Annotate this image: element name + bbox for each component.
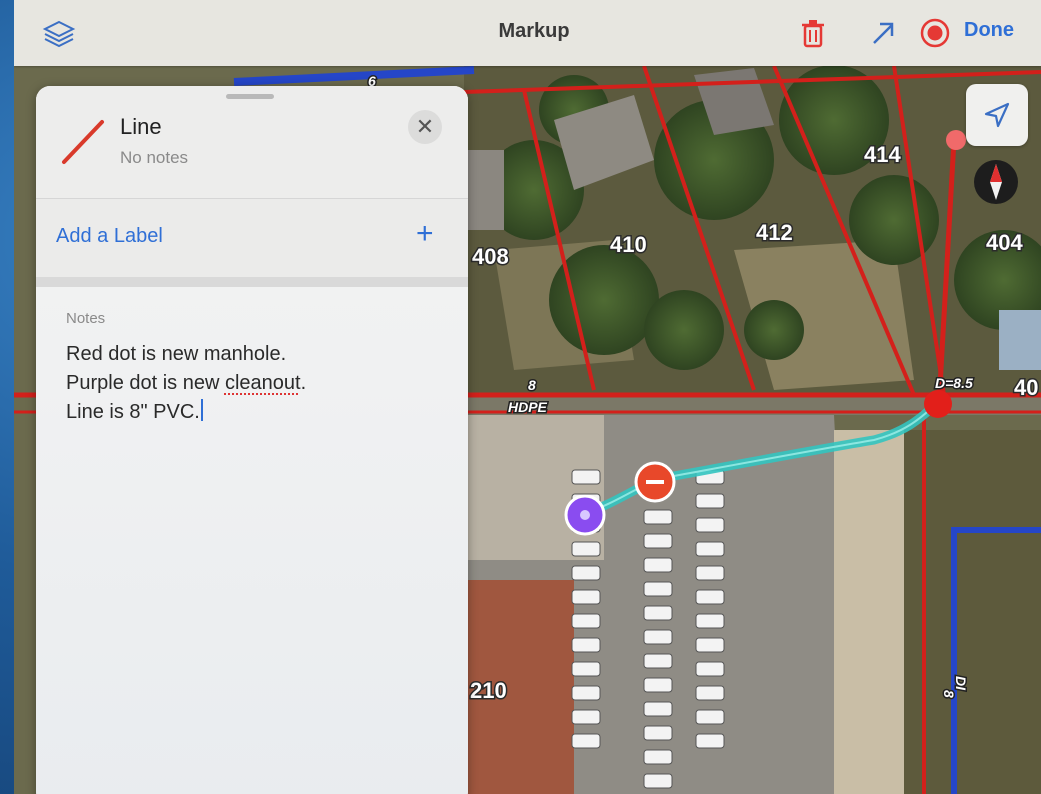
panel-header: Line No notes ✕ (36, 86, 468, 198)
notes-line-3-text: Line is 8" PVC. (66, 401, 200, 423)
layers-icon[interactable] (42, 16, 76, 50)
parked-car (695, 541, 725, 557)
parked-car (695, 565, 725, 581)
parked-car (571, 685, 601, 701)
panel-grabber[interactable] (226, 94, 274, 99)
parked-car (643, 629, 673, 645)
parked-car (643, 581, 673, 597)
parked-car (643, 533, 673, 549)
parked-car (571, 661, 601, 677)
pipe-size-label: 8 (528, 377, 536, 393)
parked-car (571, 613, 601, 629)
parked-car (695, 661, 725, 677)
depth-label: D=8.5 (935, 375, 973, 391)
text-cursor (200, 399, 203, 421)
parked-car (571, 709, 601, 725)
lot-label-40: 40 (1014, 375, 1038, 400)
parked-car (695, 733, 725, 749)
add-label-text: Add a Label (56, 225, 163, 247)
field-strip (834, 430, 904, 794)
notes-line-2-text: Purple dot is new (66, 372, 225, 394)
markup-toolbar: Markup Done (14, 0, 1041, 66)
parked-car (695, 685, 725, 701)
lot-label-210: 210 (470, 678, 507, 703)
parked-car (643, 725, 673, 741)
item-type-title: Line (120, 114, 162, 139)
section-divider (36, 277, 468, 287)
parked-car (695, 709, 725, 725)
parked-car (643, 557, 673, 573)
parked-car (643, 773, 673, 789)
navigation-arrow-icon (984, 102, 1010, 128)
notes-label: Notes (66, 310, 106, 327)
trash-icon[interactable] (796, 16, 830, 50)
right-line-material-label: DI (953, 676, 969, 691)
arrow-icon[interactable] (866, 16, 900, 50)
house-roof-404 (999, 310, 1041, 370)
notes-line-2: Purple dot is new cleanout. (66, 369, 446, 398)
building-roof (464, 415, 604, 560)
record-icon[interactable] (918, 16, 952, 50)
cleanout-glyph (580, 510, 590, 520)
parked-car (695, 493, 725, 509)
add-label-row[interactable]: Add a Label + (36, 199, 468, 277)
lot-label-410: 410 (610, 232, 647, 257)
parked-car (643, 509, 673, 525)
parked-car (695, 637, 725, 653)
parked-car (571, 541, 601, 557)
parked-car (643, 677, 673, 693)
compass-icon (974, 160, 1018, 204)
close-icon[interactable]: ✕ (408, 110, 442, 144)
existing-manhole[interactable] (924, 390, 952, 418)
markup-details-panel: Line No notes ✕ Add a Label + Notes Red … (36, 86, 468, 794)
parked-car (643, 749, 673, 765)
notes-textarea[interactable]: Red dot is new manhole. Purple dot is ne… (66, 340, 446, 427)
manhole-glyph (646, 480, 664, 484)
done-button[interactable]: Done (964, 19, 1014, 42)
locate-button[interactable] (966, 84, 1028, 146)
notes-line-3: Line is 8" PVC. (66, 398, 446, 427)
item-subtitle: No notes (120, 148, 189, 167)
lot-label-412: 412 (756, 220, 793, 245)
parked-car (643, 605, 673, 621)
parked-car (695, 589, 725, 605)
misspelled-word: cleanout (224, 372, 301, 394)
parked-car (643, 653, 673, 669)
toolbar-title: Markup (498, 20, 570, 42)
lot-label-404: 404 (986, 230, 1023, 255)
parked-car (643, 701, 673, 717)
lot-label-408: 408 (472, 244, 509, 269)
app-screen: 414 412 410 408 404 40 210 6 8 HDPE D=8.… (14, 0, 1041, 794)
lot-label-414: 414 (864, 142, 901, 167)
parked-car (695, 517, 725, 533)
parked-car (571, 637, 601, 653)
plus-icon[interactable]: + (416, 217, 434, 251)
parked-car (571, 589, 601, 605)
existing-manhole-north[interactable] (946, 130, 966, 150)
line-tool-icon (62, 120, 104, 164)
parked-car (695, 613, 725, 629)
notes-line-1: Red dot is new manhole. (66, 343, 287, 365)
parked-car (571, 469, 601, 485)
parked-car (571, 565, 601, 581)
house-roof-408 (464, 150, 504, 230)
notes-line-2-end: . (300, 372, 307, 394)
pipe-material-label: HDPE (508, 399, 548, 415)
parked-car (571, 733, 601, 749)
right-line-size-label: 8 (941, 690, 957, 698)
